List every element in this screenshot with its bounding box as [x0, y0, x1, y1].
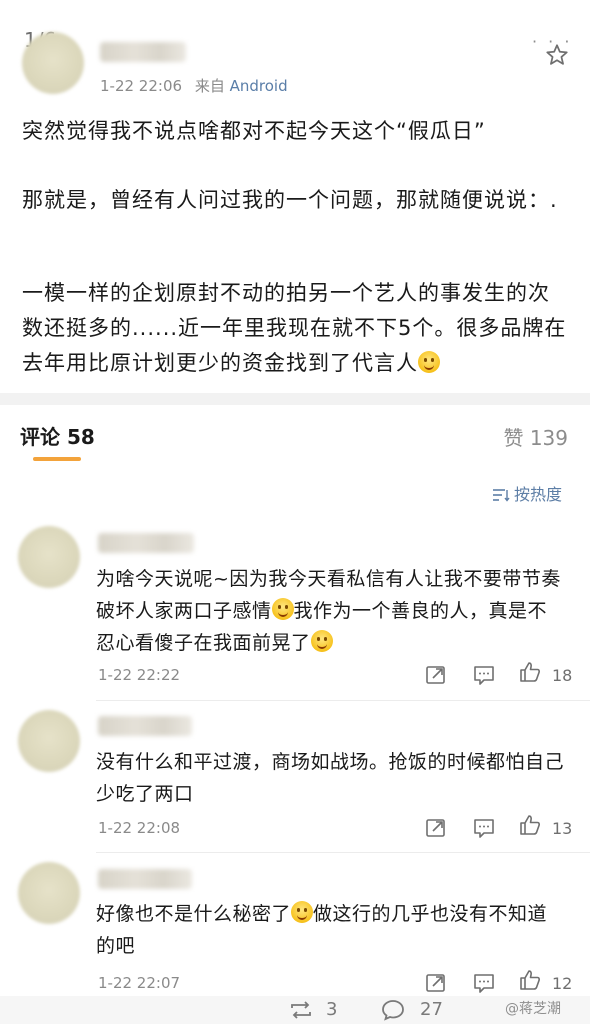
- like-icon[interactable]: [518, 660, 542, 684]
- star-outline-icon[interactable]: [544, 42, 570, 68]
- comment-avatar[interactable]: [18, 862, 80, 924]
- post-source-prefix: 来自: [194, 77, 225, 95]
- comment-count: 27: [420, 999, 443, 1020]
- post-meta: 1-22 22:06 来自 Android: [100, 75, 288, 96]
- like-icon[interactable]: [518, 968, 542, 992]
- post-paragraph-2: 那就是，曾经有人问过我的一个问题，那就随便说说：.: [22, 188, 558, 212]
- comment-bubble-icon[interactable]: [380, 998, 406, 1022]
- sort-by-hot-button[interactable]: 按热度: [492, 481, 562, 505]
- bottom-action-bar: 3 27: [0, 996, 590, 1024]
- comment-time: 1-22 22:07: [98, 974, 181, 992]
- sort-lines-icon: [493, 489, 510, 502]
- comments-header: 评论 58 赞 139: [0, 405, 590, 464]
- comment-text-part-a: 好像也不是什么秘密了: [96, 903, 292, 925]
- post-paragraph-3-text: 一模一样的企划原封不动的拍另一个艺人的事发生的次数还挺多的......近一年里我…: [22, 281, 567, 375]
- reply-icon[interactable]: [472, 816, 496, 840]
- repost-icon[interactable]: [424, 663, 448, 687]
- avatar[interactable]: [22, 32, 84, 94]
- comment-text: 好像也不是什么秘密了 做这行的几乎也没有不知道的吧: [96, 898, 566, 962]
- tab-comments-underline: [33, 457, 81, 461]
- post-paragraph-1: 突然觉得我不说点啥都对不起今天这个“假瓜日”: [22, 119, 486, 143]
- like-count: 13: [552, 819, 573, 838]
- comment-time: 1-22 22:22: [98, 666, 181, 684]
- reply-icon[interactable]: [472, 971, 496, 995]
- like-count: 18: [552, 666, 573, 685]
- repost-arrows-icon[interactable]: [288, 999, 314, 1021]
- repost-icon[interactable]: [424, 816, 448, 840]
- watermark: @蒋芝潮: [505, 1001, 561, 1017]
- comment-text: 没有什么和平过渡，商场如战场。抢饭的时候都怕自己少吃了两口: [96, 751, 565, 805]
- repost-icon[interactable]: [424, 971, 448, 995]
- sort-label: 按热度: [514, 485, 563, 504]
- post-card: 1/6 1-22 22:06 来自 Android · · · 突然觉得我不说点…: [0, 0, 590, 393]
- comment-avatar[interactable]: [18, 526, 80, 588]
- repost-count: 3: [326, 999, 338, 1020]
- comment-text: 为啥今天说呢~因为我今天看私信有人让我不要带节奏破坏人家两口子感情 我作为一个善良…: [96, 563, 566, 659]
- laughing-tears-emoji-icon: [310, 630, 333, 652]
- tab-comments[interactable]: 评论 58: [20, 421, 95, 450]
- reply-icon[interactable]: [472, 663, 496, 687]
- username-blurred[interactable]: [100, 42, 186, 62]
- comment-divider: [96, 852, 590, 853]
- comment-username-blurred[interactable]: [98, 533, 194, 553]
- tab-likes[interactable]: 赞 139: [503, 422, 568, 451]
- like-count: 12: [552, 974, 573, 993]
- post-timestamp: 1-22 22:06: [100, 77, 183, 95]
- comment-time: 1-22 22:08: [98, 819, 181, 837]
- comment-username-blurred[interactable]: [98, 869, 192, 889]
- comment-username-blurred[interactable]: [98, 716, 192, 736]
- like-icon[interactable]: [518, 813, 542, 837]
- comment-divider: [96, 700, 590, 701]
- comment-avatar[interactable]: [18, 710, 80, 772]
- post-paragraph-3: 一模一样的企划原封不动的拍另一个艺人的事发生的次数还挺多的......近一年里我…: [22, 276, 567, 381]
- thinking-face-emoji-icon: [271, 598, 294, 620]
- crying-face-emoji-icon: [291, 901, 314, 923]
- yummy-face-emoji-icon: [418, 351, 440, 373]
- post-source: Android: [229, 77, 288, 95]
